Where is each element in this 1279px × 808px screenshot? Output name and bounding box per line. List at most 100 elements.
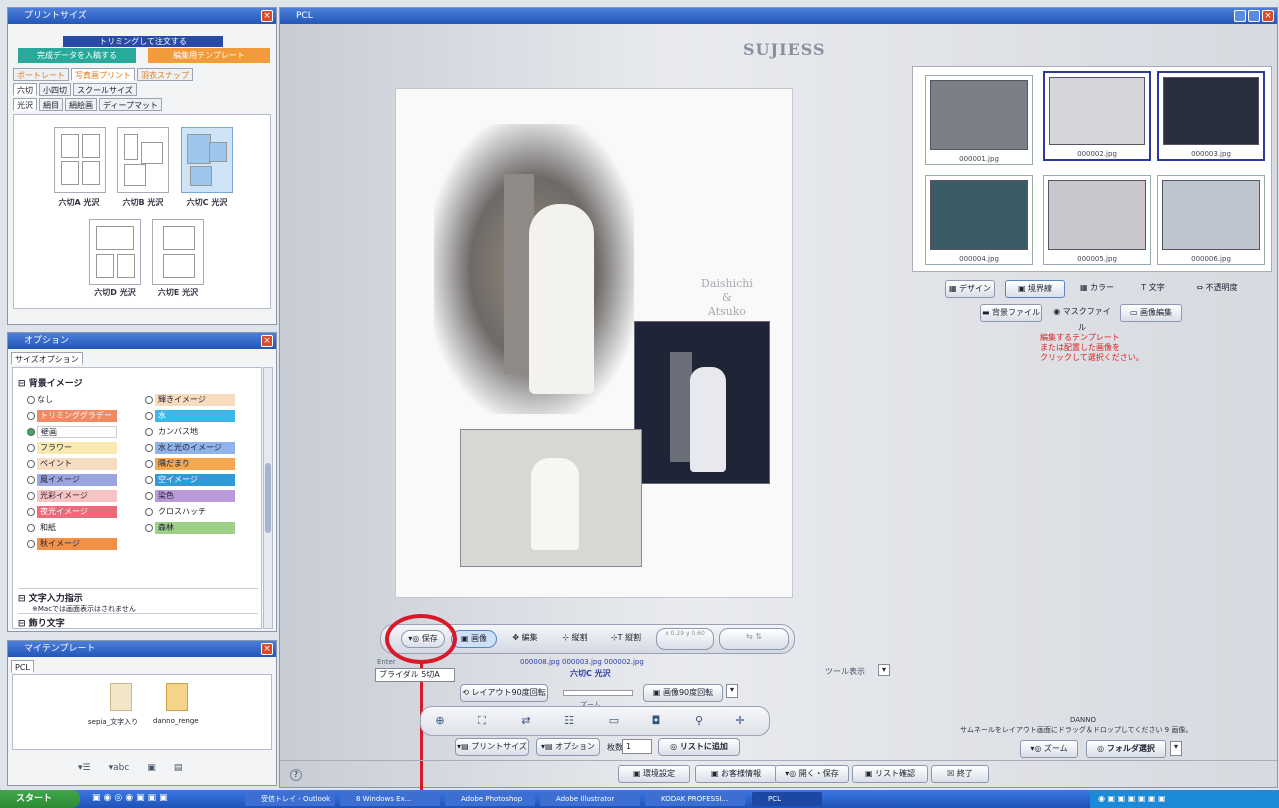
scroll-thumb[interactable] (265, 463, 271, 533)
list-icon[interactable]: ▾☰ (78, 763, 91, 773)
tab-pcl[interactable]: PCL (11, 660, 34, 673)
color-button[interactable]: ▦ カラー (1073, 280, 1121, 298)
opacity-button[interactable]: ⇔ 不透明度 (1185, 280, 1249, 298)
template-file-icon[interactable] (110, 683, 132, 711)
template-e[interactable] (152, 219, 204, 285)
split-button[interactable]: ⊹ 縦割 (553, 630, 597, 648)
photo-third[interactable] (460, 429, 642, 567)
list-check-button[interactable]: ▣ リスト確認 (852, 765, 928, 783)
bg-opt-canvas[interactable]: カンバス地 (145, 425, 235, 438)
bg-opt-wind[interactable]: 風イメージ (27, 473, 117, 486)
folder-icon[interactable]: ▣ (147, 763, 156, 773)
submit-finished-button[interactable]: 完成データを入稿する (18, 48, 136, 63)
pin-icon[interactable]: ✛ (727, 712, 753, 730)
count-input[interactable]: 1 (622, 739, 652, 754)
layout-canvas[interactable]: Daishichi & Atsuko (395, 88, 793, 598)
tab-silk-paint[interactable]: 絹絵画 (65, 98, 97, 111)
tab-koyotsugiri[interactable]: 小四切 (39, 83, 71, 96)
taskbar-item[interactable]: Adobe Illustrator (540, 792, 640, 806)
vsplit-button[interactable]: ⊹T 縦割 (603, 630, 649, 648)
image-button[interactable]: ▣ 画像 (451, 630, 497, 648)
thumbnail[interactable]: 000006.jpg (1157, 175, 1265, 265)
bg-opt-night[interactable]: 夜光イメージ (27, 505, 117, 518)
border-button[interactable]: ▣ 境界線 (1005, 280, 1065, 298)
tab-silk[interactable]: 絹目 (39, 98, 63, 111)
crosshair-icon[interactable]: ⊕ (427, 712, 453, 730)
bg-opt-glow[interactable]: 光彩イメージ (27, 489, 117, 502)
rotate-image-button[interactable]: ▣ 画像90度回転 (643, 684, 723, 702)
start-button[interactable]: スタート (0, 790, 80, 808)
bg-opt-paint[interactable]: ペイント (27, 457, 117, 470)
zoom-slider[interactable] (563, 690, 633, 696)
bg-opt-flower[interactable]: フラワー (27, 441, 117, 454)
template-name-input[interactable]: ブライダル 5切A (375, 668, 455, 682)
template-file-icon[interactable] (166, 683, 188, 711)
trim-order-button[interactable]: トリミングして注文する (63, 36, 223, 47)
options-scrollbar[interactable] (263, 367, 273, 629)
bg-file-button[interactable]: ▬ 背景ファイル (980, 304, 1042, 322)
tab-photo-print[interactable]: 写真画プリント (71, 68, 135, 81)
layer-icon[interactable]: ▭ (601, 712, 627, 730)
tab-portrait[interactable]: ポートレート (13, 68, 69, 81)
minimize-icon[interactable] (1234, 10, 1246, 22)
photo-main[interactable] (434, 124, 634, 414)
bg-opt-trim-grad[interactable]: トリミンググラデーション (27, 409, 117, 432)
thumbnail[interactable]: 000002.jpg (1043, 71, 1151, 161)
delete-icon[interactable]: ▤ (174, 763, 183, 773)
zoom-icon[interactable]: ⚲ (686, 712, 712, 730)
option-button[interactable]: ▾▤ オプション (536, 738, 600, 756)
close-icon[interactable]: × (261, 335, 273, 347)
bg-opt-crosshatch[interactable]: クロスハッチ (145, 505, 235, 518)
zoom-button[interactable]: ▾◎ ズーム (1020, 740, 1078, 758)
folder-select-button[interactable]: ◎ フォルダ選択 (1086, 740, 1166, 758)
thumbnail[interactable]: 000004.jpg (925, 175, 1033, 265)
image-edit-button[interactable]: ▭ 画像編集 (1120, 304, 1182, 322)
close-icon[interactable]: × (261, 643, 273, 655)
maximize-icon[interactable] (1248, 10, 1260, 22)
thumbnail[interactable]: 000001.jpg (925, 75, 1033, 165)
print-size-button[interactable]: ▾▤ プリントサイズ (455, 738, 529, 756)
thumbnail[interactable]: 000005.jpg (1043, 175, 1151, 265)
env-settings-button[interactable]: ▣ 環境設定 (618, 765, 690, 783)
close-icon[interactable]: × (1262, 10, 1274, 22)
tool-display-toggle[interactable]: ▾ (878, 664, 890, 676)
template-a[interactable] (54, 127, 106, 193)
template-c[interactable] (181, 127, 233, 193)
frame-icon[interactable]: ⛶ (469, 712, 495, 730)
tab-rokugiri[interactable]: 六切 (13, 83, 37, 96)
tab-size-options[interactable]: サイズオプション (11, 352, 83, 365)
edit-button[interactable]: ✥ 編集 (503, 630, 547, 648)
align-button[interactable]: ⇆ ⇅ (719, 628, 789, 650)
taskbar-item[interactable]: 8 Windows Ex... (340, 792, 440, 806)
tab-school[interactable]: スクールサイズ (73, 83, 137, 96)
bg-opt-forest[interactable]: 森林 (145, 521, 235, 534)
thumbnail[interactable]: 000003.jpg (1157, 71, 1265, 161)
taskbar-item[interactable]: PCL (752, 792, 822, 806)
close-icon[interactable]: × (261, 10, 273, 22)
tab-deep-matte[interactable]: ディープマット (99, 98, 162, 111)
bg-opt-wall[interactable]: 壁画 (27, 425, 117, 438)
bucket-icon[interactable]: ◘ (643, 712, 669, 730)
bg-opt-water[interactable]: 水 (145, 409, 235, 422)
taskbar-item[interactable]: KODAK PROFESSI... (645, 792, 745, 806)
exit-button[interactable]: ☒ 終了 (931, 765, 989, 783)
grid-icon[interactable]: ☷ (556, 712, 582, 730)
help-icon[interactable]: ? (290, 769, 302, 781)
bg-opt-sky[interactable]: 空イメージ (145, 473, 235, 486)
bg-opt-sparkle[interactable]: 輝きイメージ (145, 393, 235, 406)
add-to-list-button[interactable]: ◎ リストに追加 (658, 738, 740, 756)
tab-snap[interactable]: 羽衣スナップ (137, 68, 193, 81)
edit-template-button[interactable]: 編集用テンプレート (148, 48, 270, 63)
bg-opt-water-light[interactable]: 水と光のイメージ (145, 441, 235, 454)
bg-opt-autumn[interactable]: 秋イメージ (27, 537, 117, 550)
bg-opt-corner[interactable]: 隅だまり (145, 457, 235, 470)
bg-opt-none[interactable]: なし (27, 393, 117, 406)
tab-gloss[interactable]: 光沢 (13, 98, 37, 111)
text-button[interactable]: T 文字 (1129, 280, 1177, 298)
folder-dropdown[interactable]: ▾ (1170, 741, 1182, 756)
design-button[interactable]: ▦ デザイン (945, 280, 995, 298)
taskbar-item[interactable]: 受信トレイ - Outlook (245, 792, 335, 806)
rotate-dropdown[interactable]: ▾ (726, 684, 738, 698)
swap-icon[interactable]: ⇄ (513, 712, 539, 730)
bg-opt-dye[interactable]: 染色 (145, 489, 235, 502)
